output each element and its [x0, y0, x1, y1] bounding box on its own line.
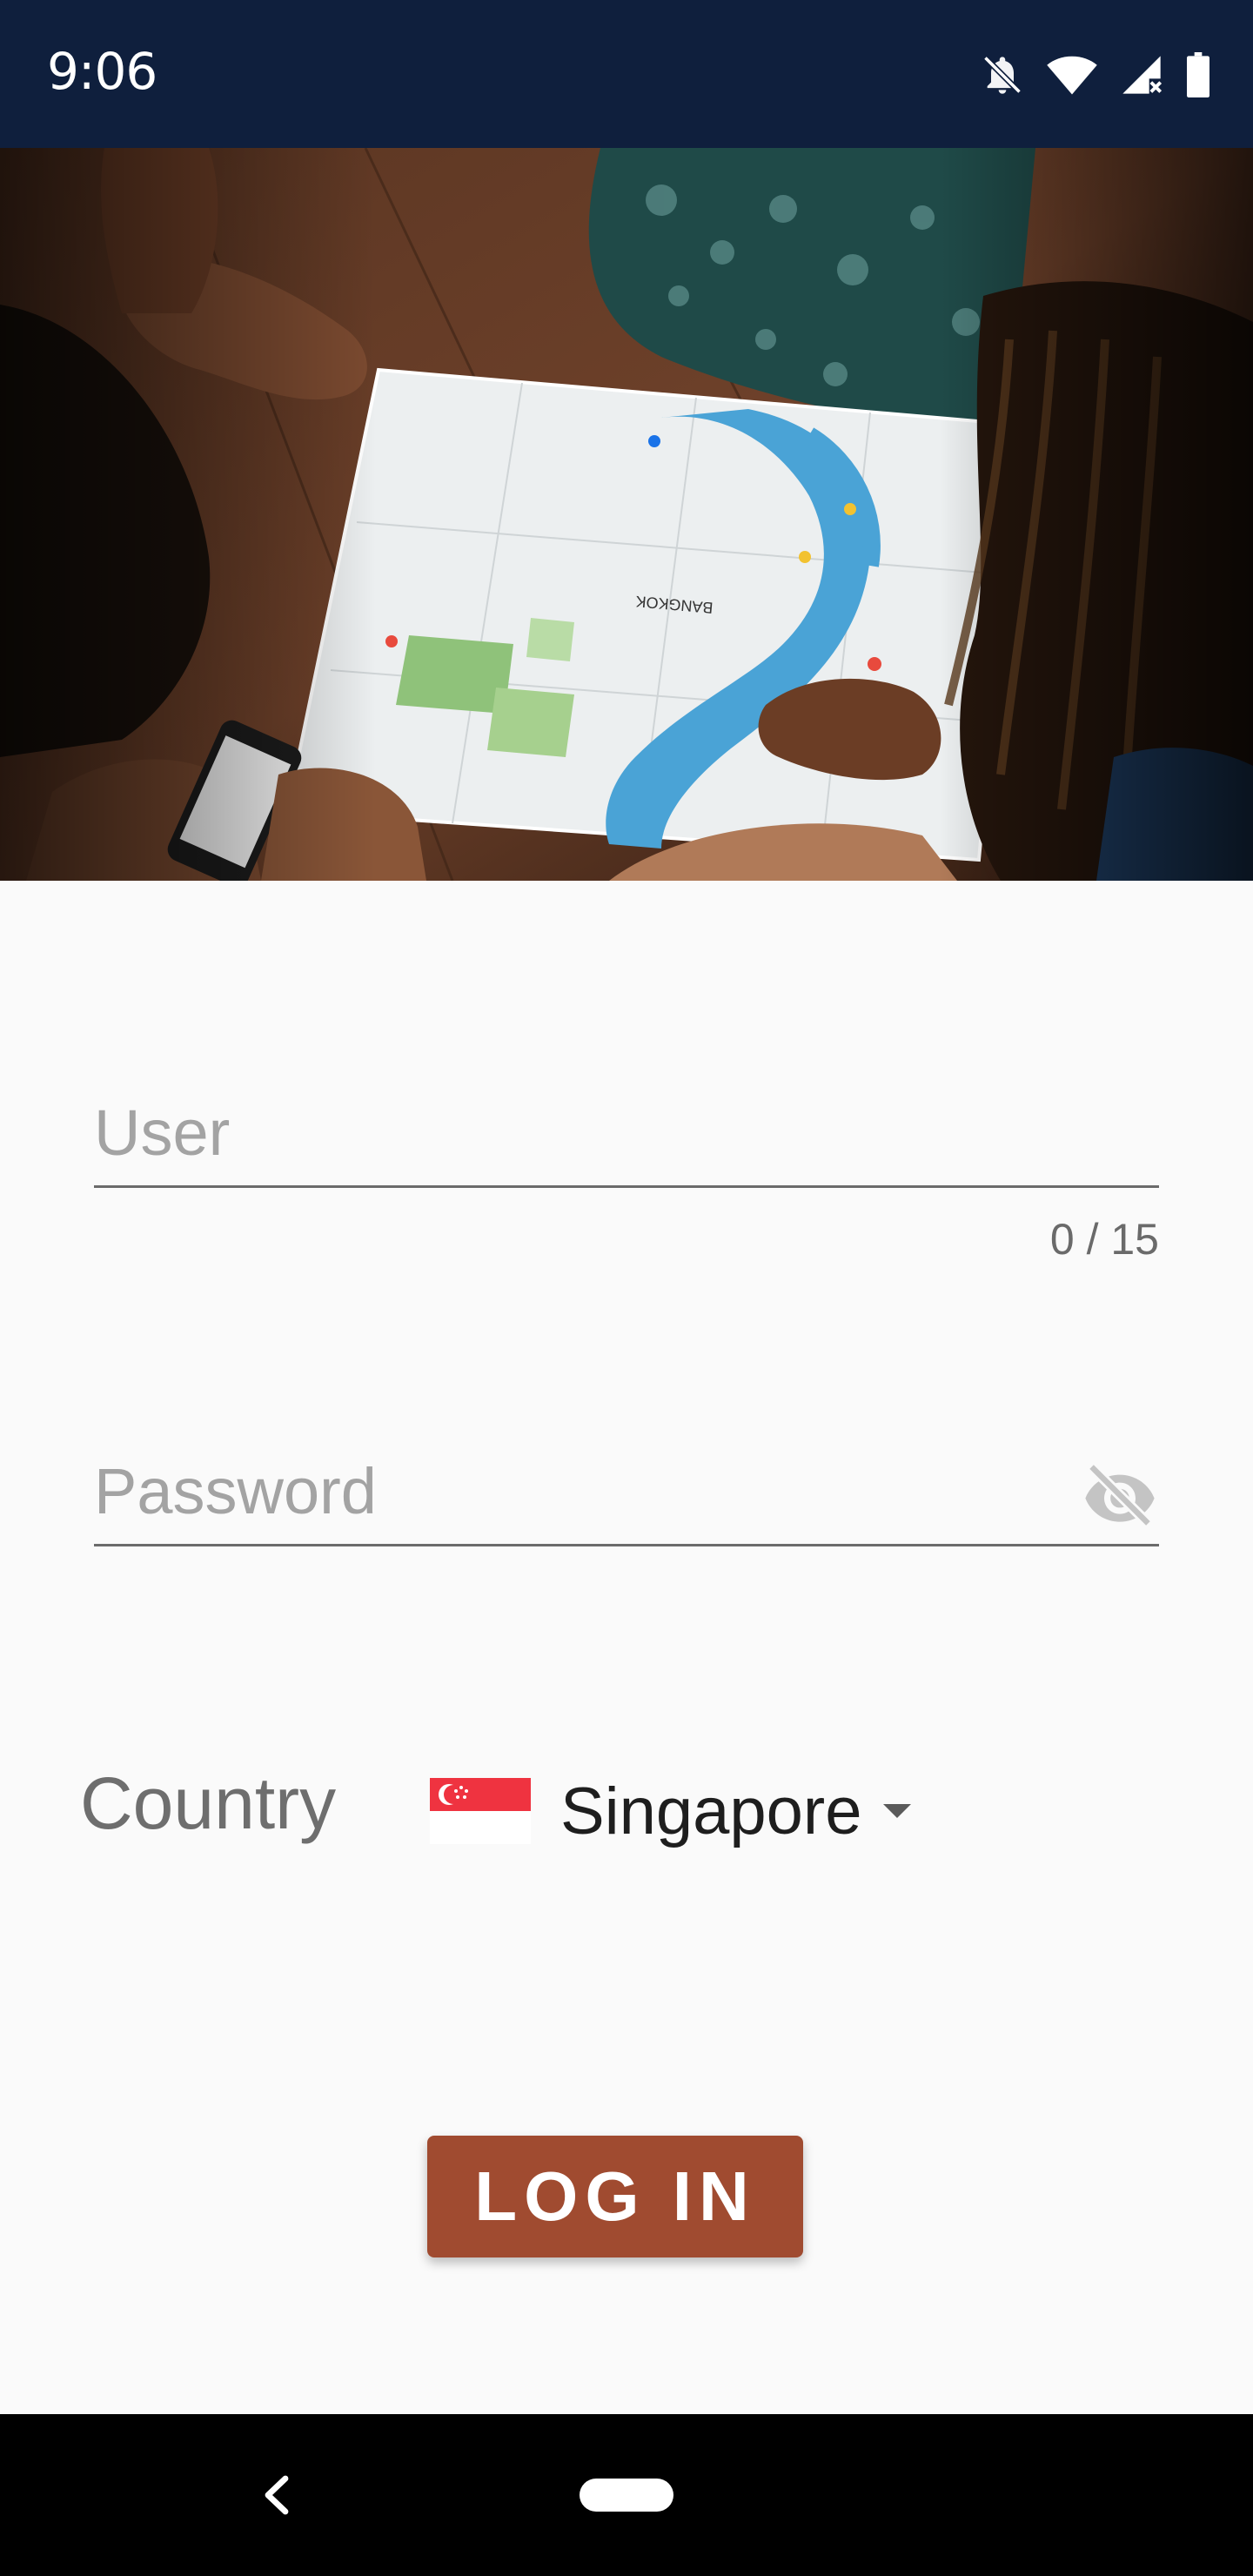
cellular-signal-icon [1122, 56, 1163, 94]
wifi-icon [1047, 56, 1097, 95]
status-icons [980, 50, 1211, 99]
hero-image: BANGKOK [0, 148, 1253, 881]
user-input[interactable] [94, 1096, 1051, 1170]
password-field[interactable] [94, 1431, 1159, 1546]
country-label: Country [80, 1762, 337, 1844]
login-button[interactable]: LOG IN [427, 2136, 803, 2257]
singapore-flag-icon [430, 1778, 531, 1844]
status-time: 9:06 [47, 42, 157, 101]
navigation-bar [0, 2414, 1253, 2576]
battery-icon [1187, 52, 1209, 97]
notifications-off-icon [983, 56, 1022, 94]
home-pill-icon[interactable] [580, 2479, 673, 2512]
visibility-off-icon[interactable] [1081, 1464, 1159, 1526]
country-dropdown[interactable]: Singapore [430, 1772, 911, 1850]
user-char-counter: 0 / 15 [1049, 1215, 1159, 1264]
password-input[interactable] [94, 1454, 1051, 1528]
selected-country: Singapore [560, 1774, 862, 1848]
back-icon[interactable] [259, 2473, 294, 2517]
user-field[interactable] [94, 1072, 1159, 1188]
dropdown-arrow-icon [882, 1804, 911, 1818]
status-bar: 9:06 [0, 0, 1253, 148]
